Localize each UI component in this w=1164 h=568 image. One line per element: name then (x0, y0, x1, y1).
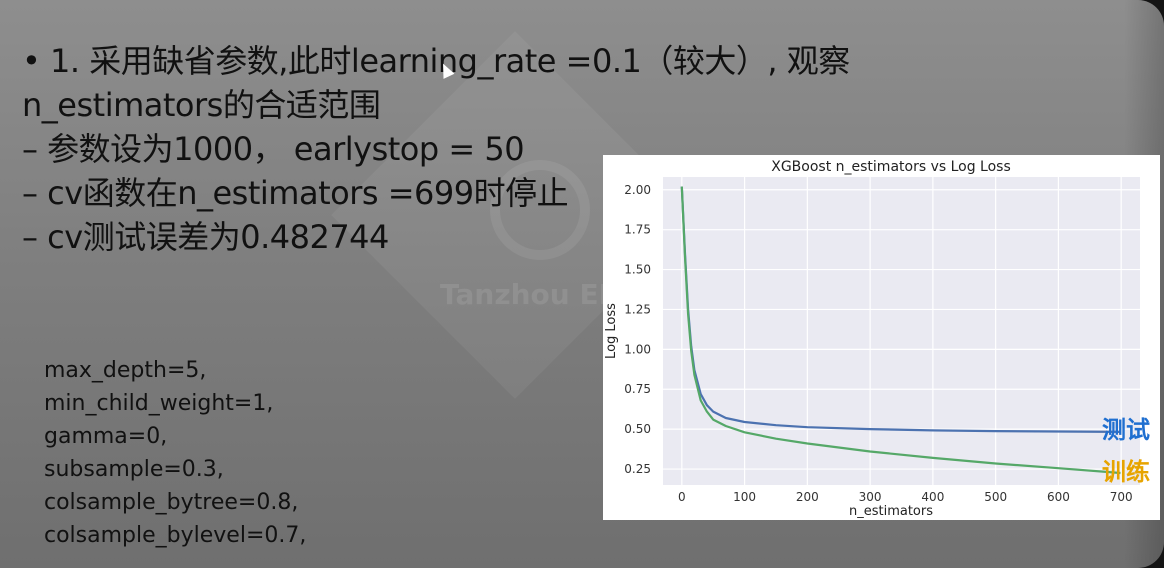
bullet-line-1: • 1. 采用缺省参数,此时learning_rate =0.1（较大）, 观察 (22, 42, 850, 80)
y-tick-label: 0.75 (624, 382, 651, 396)
x-tick-label: 100 (733, 490, 756, 504)
y-tick-label: 0.25 (624, 462, 651, 476)
param-list: max_depth=5, min_child_weight=1, gamma=0… (44, 354, 306, 552)
param-colsample-bytree: colsample_bytree=0.8, (44, 490, 299, 515)
y-tick-label: 1.50 (624, 263, 651, 277)
param-gamma: gamma=0, (44, 424, 168, 449)
test-annotation: 测试 (1102, 416, 1150, 444)
x-tick-label: 0 (678, 490, 686, 504)
log-loss-chart: 0 100 200 300 400 500 600 700 0.25 0.50 0.75 1.00 1.… (604, 159, 1140, 519)
y-tick-label: 1.25 (624, 302, 651, 316)
y-axis-label: Log Loss (604, 303, 619, 359)
bullet-line-3: – 参数设为1000， earlystop = 50 (22, 130, 525, 168)
param-min-child-weight: min_child_weight=1, (44, 391, 274, 416)
param-max-depth: max_depth=5, (44, 358, 207, 383)
x-axis-label: n_estimators (849, 504, 933, 519)
plot-area (663, 177, 1140, 485)
bullet-line-5: – cv测试误差为0.482744 (22, 218, 389, 256)
chart-title: XGBoost n_estimators vs Log Loss (771, 159, 1011, 175)
x-tick-label: 600 (1047, 490, 1070, 504)
y-tick-label: 1.00 (624, 342, 651, 356)
y-tick-label: 1.75 (624, 223, 651, 237)
y-tick-label: 0.50 (624, 422, 651, 436)
train-annotation: 训练 (1102, 458, 1150, 486)
x-tick-label: 200 (796, 490, 819, 504)
param-subsample: subsample=0.3, (44, 457, 224, 482)
x-tick-label: 300 (859, 490, 882, 504)
x-tick-label: 400 (921, 490, 944, 504)
bullet-line-2: n_estimators的合适范围 (22, 86, 381, 124)
x-tick-label: 700 (1110, 490, 1133, 504)
x-tick-label: 500 (984, 490, 1007, 504)
y-tick-label: 2.00 (624, 183, 651, 197)
bullet-line-4: – cv函数在n_estimators =699时停止 (22, 174, 569, 212)
chart-panel: 0 100 200 300 400 500 600 700 0.25 0.50 0.75 1.00 1.… (603, 155, 1160, 520)
param-colsample-bylevel: colsample_bylevel=0.7, (44, 523, 307, 548)
